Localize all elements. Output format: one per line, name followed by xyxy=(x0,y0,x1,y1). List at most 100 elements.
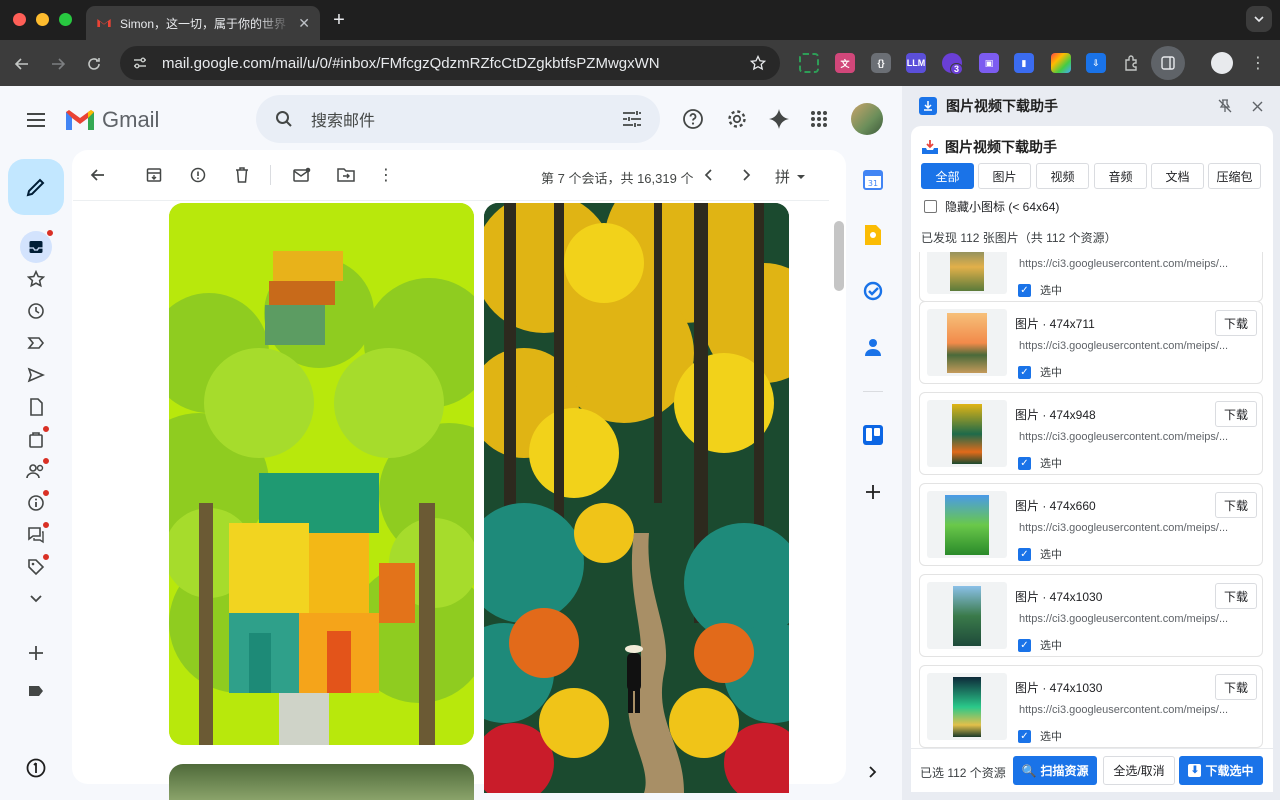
checkbox-checked-icon[interactable]: ✓ xyxy=(1018,365,1031,379)
close-panel-icon[interactable] xyxy=(1248,97,1266,115)
create-label-button[interactable] xyxy=(24,641,48,665)
nav-social[interactable] xyxy=(24,457,50,483)
download-selected-button[interactable]: ⬇ 下载选中 xyxy=(1179,756,1263,785)
box-extension-icon[interactable]: ▣ xyxy=(979,53,999,73)
calendar-app-icon[interactable]: 31 xyxy=(861,168,885,192)
nav-snoozed[interactable] xyxy=(24,299,48,323)
resource-select[interactable]: ✓ 选中 xyxy=(1018,637,1062,653)
filter-video-button[interactable]: 视频 xyxy=(1036,163,1089,189)
braces-extension-icon[interactable]: {} xyxy=(871,53,891,73)
new-tab-button[interactable]: + xyxy=(330,10,348,30)
browser-tab[interactable]: Simon，这一切，属于你的世界 ✕ xyxy=(86,6,320,40)
resource-select[interactable]: ✓ 选中 xyxy=(1018,455,1062,471)
close-window-button[interactable] xyxy=(13,13,26,26)
help-icon[interactable] xyxy=(681,107,705,131)
tab-search-button[interactable] xyxy=(1246,6,1272,32)
unpin-icon[interactable] xyxy=(1216,97,1234,115)
bookmark-star-icon[interactable] xyxy=(748,53,768,73)
resource-select[interactable]: ✓ 选中 xyxy=(1018,546,1062,562)
nav-sent[interactable] xyxy=(24,363,48,387)
contacts-app-icon[interactable] xyxy=(861,335,885,359)
checkbox-checked-icon[interactable]: ✓ xyxy=(1018,456,1031,470)
gemini-sparkle-icon[interactable] xyxy=(767,107,791,131)
download-button[interactable]: 下载 xyxy=(1215,492,1257,518)
apps-grid-icon[interactable] xyxy=(807,107,831,131)
move-to-button[interactable] xyxy=(334,163,358,187)
nav-inbox[interactable] xyxy=(20,229,54,263)
trello-app-icon[interactable] xyxy=(861,423,885,447)
checkbox-checked-icon[interactable]: ✓ xyxy=(1018,547,1031,561)
llm-extension-icon[interactable]: LLM xyxy=(906,53,926,73)
nav-label[interactable] xyxy=(24,679,48,703)
checkbox-checked-icon[interactable]: ✓ xyxy=(1018,729,1031,743)
search-icon[interactable] xyxy=(272,107,296,131)
back-button[interactable] xyxy=(8,50,36,78)
nav-drafts[interactable] xyxy=(24,395,48,419)
account-avatar[interactable] xyxy=(851,103,883,135)
compose-button[interactable] xyxy=(8,159,64,215)
translate-extension-icon[interactable]: 文 xyxy=(835,53,855,73)
maximize-window-button[interactable] xyxy=(59,13,72,26)
resource-select[interactable]: ✓ 选中 xyxy=(1018,282,1062,298)
delete-button[interactable] xyxy=(230,163,254,187)
input-tools-button[interactable]: 拼 xyxy=(775,166,806,187)
nav-starred[interactable] xyxy=(24,267,48,291)
filter-documents-button[interactable]: 文档 xyxy=(1151,163,1204,189)
address-bar[interactable]: mail.google.com/mail/u/0/#inbox/FMfcgzQd… xyxy=(120,46,780,80)
resource-select[interactable]: ✓ 选中 xyxy=(1018,728,1062,744)
settings-gear-icon[interactable] xyxy=(725,107,749,131)
nav-forums[interactable] xyxy=(24,521,50,547)
show-side-panel-icon[interactable] xyxy=(861,760,885,784)
report-spam-button[interactable] xyxy=(186,163,210,187)
nav-more[interactable] xyxy=(24,587,48,611)
main-menu-icon[interactable] xyxy=(24,108,48,132)
newer-button[interactable] xyxy=(696,163,720,187)
mark-unread-button[interactable] xyxy=(290,163,314,187)
gmail-logo[interactable]: Gmail xyxy=(64,104,159,136)
bookmark-extension-icon[interactable]: ▮ xyxy=(1014,53,1034,73)
download-button[interactable]: 下载 xyxy=(1215,583,1257,609)
search-options-icon[interactable] xyxy=(620,107,644,131)
checkbox-checked-icon[interactable]: ✓ xyxy=(1018,638,1031,652)
filter-all-button[interactable]: 全部 xyxy=(921,163,974,189)
badge-extension-icon[interactable]: 3 xyxy=(942,53,964,75)
download-button[interactable]: 下载 xyxy=(1215,401,1257,427)
tab-close-icon[interactable]: ✕ xyxy=(298,15,310,32)
nav-updates[interactable] xyxy=(24,489,50,515)
filter-images-button[interactable]: 图片 xyxy=(978,163,1031,189)
screenshot-extension-icon[interactable] xyxy=(799,53,819,73)
download-button[interactable]: 下载 xyxy=(1215,674,1257,700)
profile-avatar[interactable] xyxy=(1211,52,1233,74)
upgrade-storage-button[interactable] xyxy=(24,756,48,780)
reload-button[interactable] xyxy=(80,50,108,78)
email-image-forest[interactable] xyxy=(484,203,789,793)
side-panel-button[interactable] xyxy=(1151,46,1185,80)
email-image-houses[interactable] xyxy=(169,203,474,745)
archive-button[interactable] xyxy=(142,163,166,187)
site-info-icon[interactable] xyxy=(130,53,150,73)
nav-important[interactable] xyxy=(24,331,48,355)
hide-small-icons-checkbox[interactable] xyxy=(924,200,937,213)
downloader-extension-icon[interactable]: ⇩ xyxy=(1086,53,1106,73)
color-extension-icon[interactable] xyxy=(1051,53,1071,73)
download-button[interactable]: 下载 xyxy=(1215,310,1257,336)
hide-small-icons-option[interactable]: 隐藏小图标 (< 64x64) xyxy=(924,198,1059,215)
filter-archives-button[interactable]: 压缩包 xyxy=(1208,163,1261,189)
filter-audio-button[interactable]: 音频 xyxy=(1094,163,1147,189)
forward-button[interactable] xyxy=(44,50,72,78)
extensions-puzzle-icon[interactable] xyxy=(1122,53,1142,73)
email-image-trees[interactable] xyxy=(169,764,474,800)
more-options-icon[interactable]: ⋮ xyxy=(374,163,398,187)
toggle-all-button[interactable]: 全选/取消 xyxy=(1103,756,1175,785)
tasks-app-icon[interactable] xyxy=(861,279,885,303)
browser-menu-icon[interactable]: ⋮ xyxy=(1250,53,1266,73)
nav-promotions[interactable] xyxy=(24,553,50,579)
older-button[interactable] xyxy=(735,163,759,187)
search-bar[interactable]: 搜索邮件 xyxy=(256,95,660,143)
back-to-inbox-button[interactable] xyxy=(86,163,110,187)
get-addons-icon[interactable] xyxy=(861,480,885,504)
checkbox-checked-icon[interactable]: ✓ xyxy=(1018,283,1031,297)
keep-app-icon[interactable] xyxy=(861,223,885,247)
nav-purchases[interactable] xyxy=(24,425,50,451)
resource-select[interactable]: ✓ 选中 xyxy=(1018,364,1062,380)
